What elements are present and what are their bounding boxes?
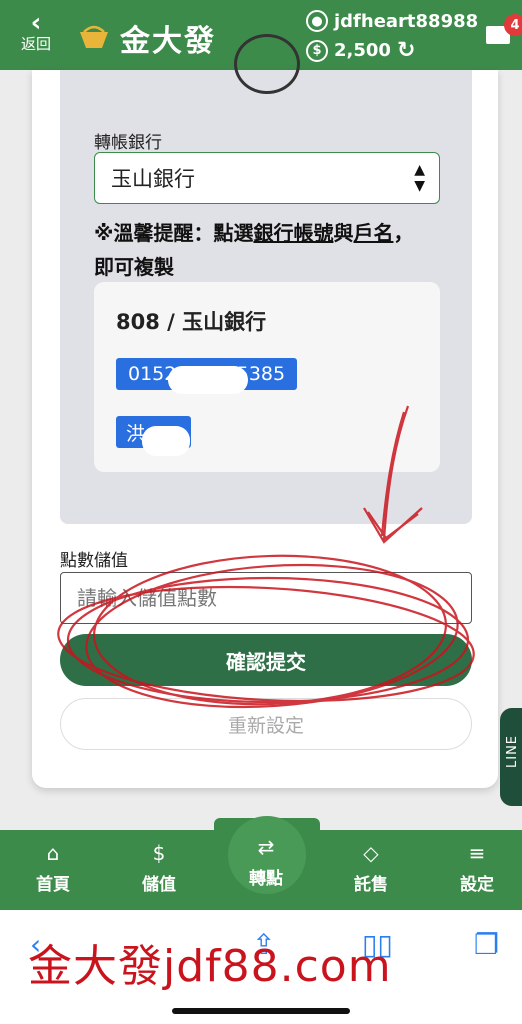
sort-caret-icon: ▲ ▼ xyxy=(414,162,425,194)
tip-prefix: ※溫馨提醒：點選 xyxy=(94,221,254,245)
nav-item-settings[interactable]: ≡ 設定 xyxy=(442,840,512,895)
bank-label: 轉帳銀行 xyxy=(94,133,162,153)
redaction-blob xyxy=(142,426,190,456)
tabs-icon[interactable]: ❐ xyxy=(474,928,499,961)
transfer-card: 轉帳銀行 玉山銀行 ▲ ▼ ※溫馨提醒：點選銀行帳號與戶名，即可複製 808 / … xyxy=(32,34,498,788)
diamond-icon: ◇ xyxy=(363,841,379,865)
transfer-icon: ⇄ xyxy=(257,835,275,859)
nav-label: 轉點 xyxy=(249,869,283,889)
reset-button[interactable]: 重新設定 xyxy=(60,698,472,750)
gold-basket-icon xyxy=(80,25,108,48)
bank-select[interactable]: 玉山銀行 ▲ ▼ xyxy=(94,152,440,204)
user-icon: ● xyxy=(306,10,328,32)
tip-link-account: 銀行帳號 xyxy=(253,221,334,245)
home-indicator xyxy=(172,1008,350,1014)
bank-info-panel: 轉帳銀行 玉山銀行 ▲ ▼ ※溫馨提醒：點選銀行帳號與戶名，即可複製 808 / … xyxy=(60,34,472,524)
nav-item-deposit[interactable]: $ 儲值 xyxy=(124,840,194,895)
points-input[interactable] xyxy=(60,572,472,624)
nav-item-home[interactable]: ⌂ 首頁 xyxy=(18,840,88,895)
nav-item-transfer[interactable]: ⇄ 轉點 xyxy=(231,834,301,889)
submit-button[interactable]: 確認提交 xyxy=(60,634,472,686)
home-icon: ⌂ xyxy=(46,841,60,865)
dollar-icon: $ xyxy=(306,39,328,62)
nav-item-consign[interactable]: ◇ 託售 xyxy=(336,840,406,895)
line-tab-label: LINE xyxy=(505,734,521,769)
settings-icon: ≡ xyxy=(468,841,486,865)
refresh-icon[interactable]: ↻ xyxy=(397,38,415,63)
coin-amount: 2,500 xyxy=(334,40,391,61)
chevron-left-icon: ‹ xyxy=(30,8,42,38)
username: jdfheart88988 xyxy=(334,10,479,32)
redaction-blob xyxy=(168,366,248,394)
tip-and: 與 xyxy=(333,221,354,245)
tip-link-name: 戶名 xyxy=(353,221,394,245)
nav-label: 設定 xyxy=(460,875,494,895)
bank-code: 808 / 玉山銀行 xyxy=(116,310,267,334)
back-label: 返回 xyxy=(20,35,51,53)
user-info: ● jdfheart88988 xyxy=(306,10,478,32)
bank-selected-value: 玉山銀行 xyxy=(111,167,195,191)
nav-label: 儲值 xyxy=(142,875,176,895)
line-side-tab[interactable]: LINE xyxy=(500,708,522,806)
nav-label: 託售 xyxy=(354,875,388,895)
watermark-text: 金大發jdf88.com xyxy=(28,941,392,992)
back-button[interactable]: ‹ 返回 xyxy=(14,10,58,52)
app-logo-text: 金大發 xyxy=(120,24,216,59)
down-arrow-icon xyxy=(234,34,300,94)
nav-label: 首頁 xyxy=(36,875,70,895)
mail-badge: 4 xyxy=(504,14,522,36)
coin-plus-icon: $ xyxy=(152,841,166,865)
coin-balance: $ 2,500 ↻ xyxy=(306,38,415,63)
points-label: 點數儲值 xyxy=(60,551,128,571)
copy-tip: ※溫馨提醒：點選銀行帳號與戶名，即可複製 xyxy=(94,216,424,284)
